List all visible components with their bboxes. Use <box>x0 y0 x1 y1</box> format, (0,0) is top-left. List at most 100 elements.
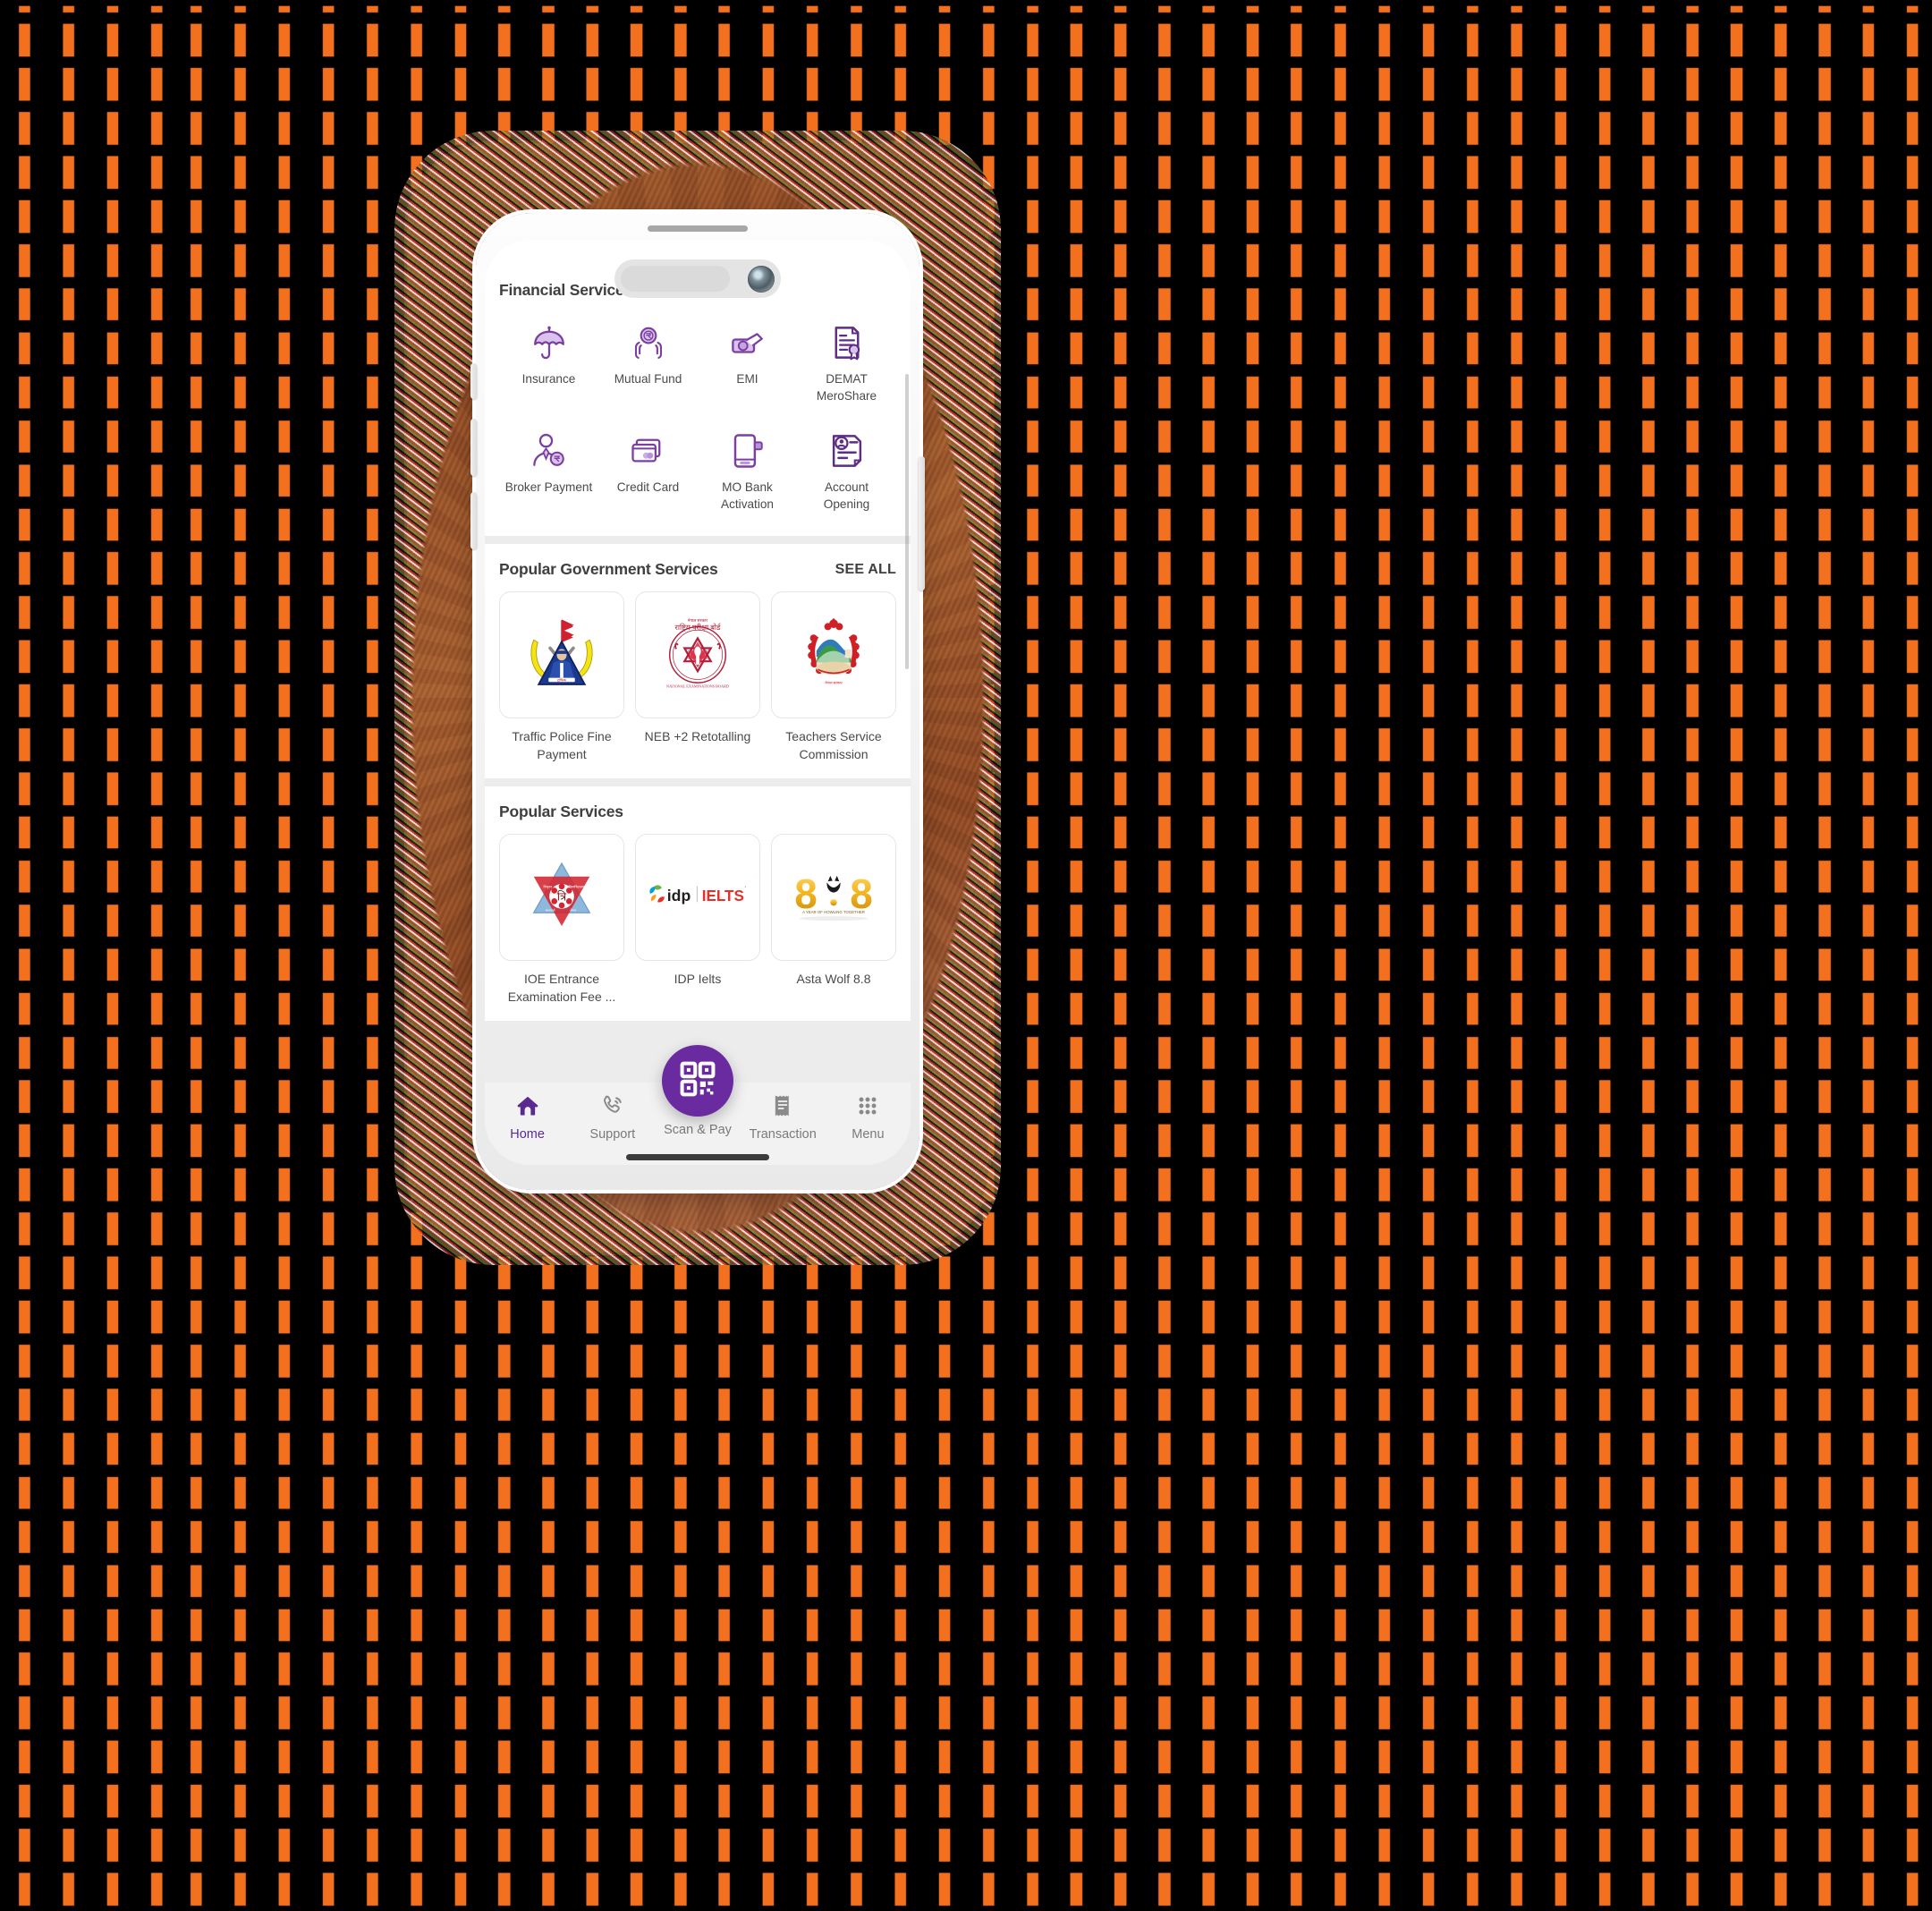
service-account-opening[interactable]: Account Opening <box>797 432 896 514</box>
nav-item-menu[interactable]: Menu <box>826 1093 911 1142</box>
service-label: Mutual Fund <box>614 372 682 386</box>
popular-service-idp-ielts[interactable]: idp IELTS ' IDP Ielts <box>635 833 760 1006</box>
service-label: MO Bank Activation <box>721 480 774 511</box>
government-services-row: ट्राफिक Traffic Police Fine Payment नेपा… <box>499 591 896 778</box>
svg-text:ट्राफिक: ट्राफिक <box>557 677 567 682</box>
tile-label: IDP Ielts <box>674 971 722 986</box>
nav-label: Home <box>510 1127 545 1142</box>
service-label: Broker Payment <box>504 480 593 494</box>
tile-logo-box: नेपाल सरकार राष्ट्रिय परीक्षा बोर्ड NATI… <box>635 591 760 719</box>
svg-text:काठमाडौं: काठमाडौं <box>546 909 555 913</box>
nav-label: Scan & Pay <box>664 1123 732 1137</box>
phone-mockup: Financial Services Insurance Mutual Fund… <box>394 131 1001 1265</box>
hands-coin-icon <box>630 324 667 361</box>
nav-item-transaction[interactable]: Transaction <box>741 1093 826 1142</box>
service-mutual-fund[interactable]: Mutual Fund <box>598 324 698 405</box>
financial-services-title: Financial Services <box>499 280 633 299</box>
receipt-icon <box>770 1093 795 1123</box>
svg-text:राष्ट्रिय परीक्षा बोर्ड: राष्ट्रिय परीक्षा बोर्ड <box>675 623 722 632</box>
scan-pay-button[interactable] <box>662 1045 733 1117</box>
volume-up-button[interactable] <box>470 419 477 476</box>
tile-label: IOE Entrance Examination Fee ... <box>507 971 616 1004</box>
service-label: Account Opening <box>823 480 870 511</box>
government-services-header: Popular Government Services SEE ALL <box>499 544 896 579</box>
svg-text:विश्वविद्यालय: विश्वविद्यालय <box>569 885 585 889</box>
svg-text:NATIONAL EXAMINATIONS BOARD: NATIONAL EXAMINATIONS BOARD <box>666 684 729 688</box>
popular-services-header: Popular Services <box>499 786 896 821</box>
popular-services-title: Popular Services <box>499 802 623 820</box>
power-button[interactable] <box>919 456 925 590</box>
gov-service-teachers-service-commission[interactable]: नेपाल सरकार Teachers Service Commission <box>771 591 896 764</box>
person-coin-icon <box>530 432 568 470</box>
dynamic-island <box>614 259 781 298</box>
front-camera-icon <box>748 265 775 293</box>
umbrella-icon <box>530 324 568 361</box>
tile-logo-box: त्रि त्रिभुवन विश्वविद्यालय काठमाडौं नेप… <box>499 833 624 961</box>
silent-switch[interactable] <box>470 363 477 399</box>
island-pill <box>621 266 730 292</box>
credit-cards-icon <box>630 432 667 470</box>
popular-service-asta-wolf[interactable]: 8 8 A YEAR OF HOWLING TOGETHER Asta Wolf… <box>771 833 896 1006</box>
phone-screen: Financial Services Insurance Mutual Fund… <box>485 240 911 1165</box>
service-credit-card[interactable]: Credit Card <box>598 432 698 514</box>
nepal-traffic-police-logo: ट्राफिक <box>521 612 603 699</box>
service-label: Credit Card <box>616 480 680 494</box>
certificate-seal-icon <box>828 324 866 361</box>
cash-hand-icon <box>729 324 767 361</box>
svg-text:त्रिभुवन: त्रिभुवन <box>544 885 554 889</box>
service-label: Insurance <box>521 372 576 386</box>
idp-ielts-logo: idp IELTS ' <box>645 879 750 914</box>
tile-label: Traffic Police Fine Payment <box>512 729 612 762</box>
see-all-button[interactable]: SEE ALL <box>835 562 896 578</box>
home-icon <box>515 1093 540 1123</box>
svg-text:': ' <box>745 886 746 893</box>
nepal-government-emblem-logo: नेपाल सरकार <box>798 612 869 699</box>
service-label: DEMAT MeroShare <box>816 372 877 403</box>
mobile-activation-icon <box>729 432 767 470</box>
tile-logo-box: नेपाल सरकार <box>771 591 896 719</box>
service-broker-payment[interactable]: Broker Payment <box>499 432 598 514</box>
phone-body: Financial Services Insurance Mutual Fund… <box>470 213 925 1190</box>
tile-logo-box: ट्राफिक <box>499 591 624 719</box>
earpiece-speaker <box>648 225 748 232</box>
service-emi[interactable]: EMI <box>698 324 797 405</box>
svg-text:त्रि: त्रि <box>557 890 567 904</box>
qr-code-icon <box>678 1059 717 1103</box>
tile-logo-box: 8 8 A YEAR OF HOWLING TOGETHER <box>771 833 896 961</box>
svg-text:नेपाल सरकार: नेपाल सरकार <box>825 680 843 684</box>
svg-text:A YEAR OF HOWLING TOGETHER: A YEAR OF HOWLING TOGETHER <box>802 911 865 915</box>
tile-label: NEB +2 Retotalling <box>644 729 751 744</box>
gov-service-neb-retotalling[interactable]: नेपाल सरकार राष्ट्रिय परीक्षा बोर्ड NATI… <box>635 591 760 764</box>
grid-dots-icon <box>855 1093 880 1123</box>
scrollbar-thumb[interactable] <box>905 374 909 669</box>
popular-service-ioe-entrance[interactable]: त्रि त्रिभुवन विश्वविद्यालय काठमाडौं नेप… <box>499 833 624 1006</box>
screenshot-stage: Financial Services Insurance Mutual Fund… <box>0 0 1932 1911</box>
svg-text:नेपाल सरकार: नेपाल सरकार <box>688 617 708 623</box>
nav-label: Menu <box>852 1127 885 1142</box>
government-services-card: Popular Government Services SEE ALL ट्रा… <box>485 544 911 778</box>
nav-item-home[interactable]: Home <box>485 1093 570 1142</box>
phone-support-icon <box>600 1093 625 1123</box>
service-demat-meroshare[interactable]: DEMAT MeroShare <box>797 324 896 405</box>
asta-wolf-88-logo: 8 8 A YEAR OF HOWLING TOGETHER <box>784 867 884 927</box>
service-insurance[interactable]: Insurance <box>499 324 598 405</box>
scroll-content[interactable]: Financial Services Insurance Mutual Fund… <box>485 240 911 1165</box>
tile-label: Asta Wolf 8.8 <box>796 971 871 986</box>
volume-down-button[interactable] <box>470 492 477 549</box>
svg-text:IELTS: IELTS <box>702 888 744 905</box>
account-document-icon <box>828 432 866 470</box>
home-indicator <box>626 1154 769 1160</box>
gov-service-traffic-police-fine[interactable]: ट्राफिक Traffic Police Fine Payment <box>499 591 624 764</box>
ioe-tribhuvan-university-logo: त्रि त्रिभुवन विश्वविद्यालय काठमाडौं नेप… <box>521 854 603 940</box>
svg-text:नेपाल: नेपाल <box>570 909 577 913</box>
service-mo-bank-activation[interactable]: MO Bank Activation <box>698 432 797 514</box>
nav-label: Transaction <box>749 1127 817 1142</box>
service-label: EMI <box>736 372 758 386</box>
nav-item-support[interactable]: Support <box>570 1093 655 1142</box>
svg-text:idp: idp <box>667 888 691 905</box>
national-examinations-board-logo: नेपाल सरकार राष्ट्रिय परीक्षा बोर्ड NATI… <box>657 612 739 699</box>
popular-services-row: त्रि त्रिभुवन विश्वविद्यालय काठमाडौं नेप… <box>499 833 896 1021</box>
tile-logo-box: idp IELTS ' <box>635 833 760 961</box>
tile-label: Teachers Service Commission <box>785 729 882 762</box>
government-services-title: Popular Government Services <box>499 560 718 579</box>
